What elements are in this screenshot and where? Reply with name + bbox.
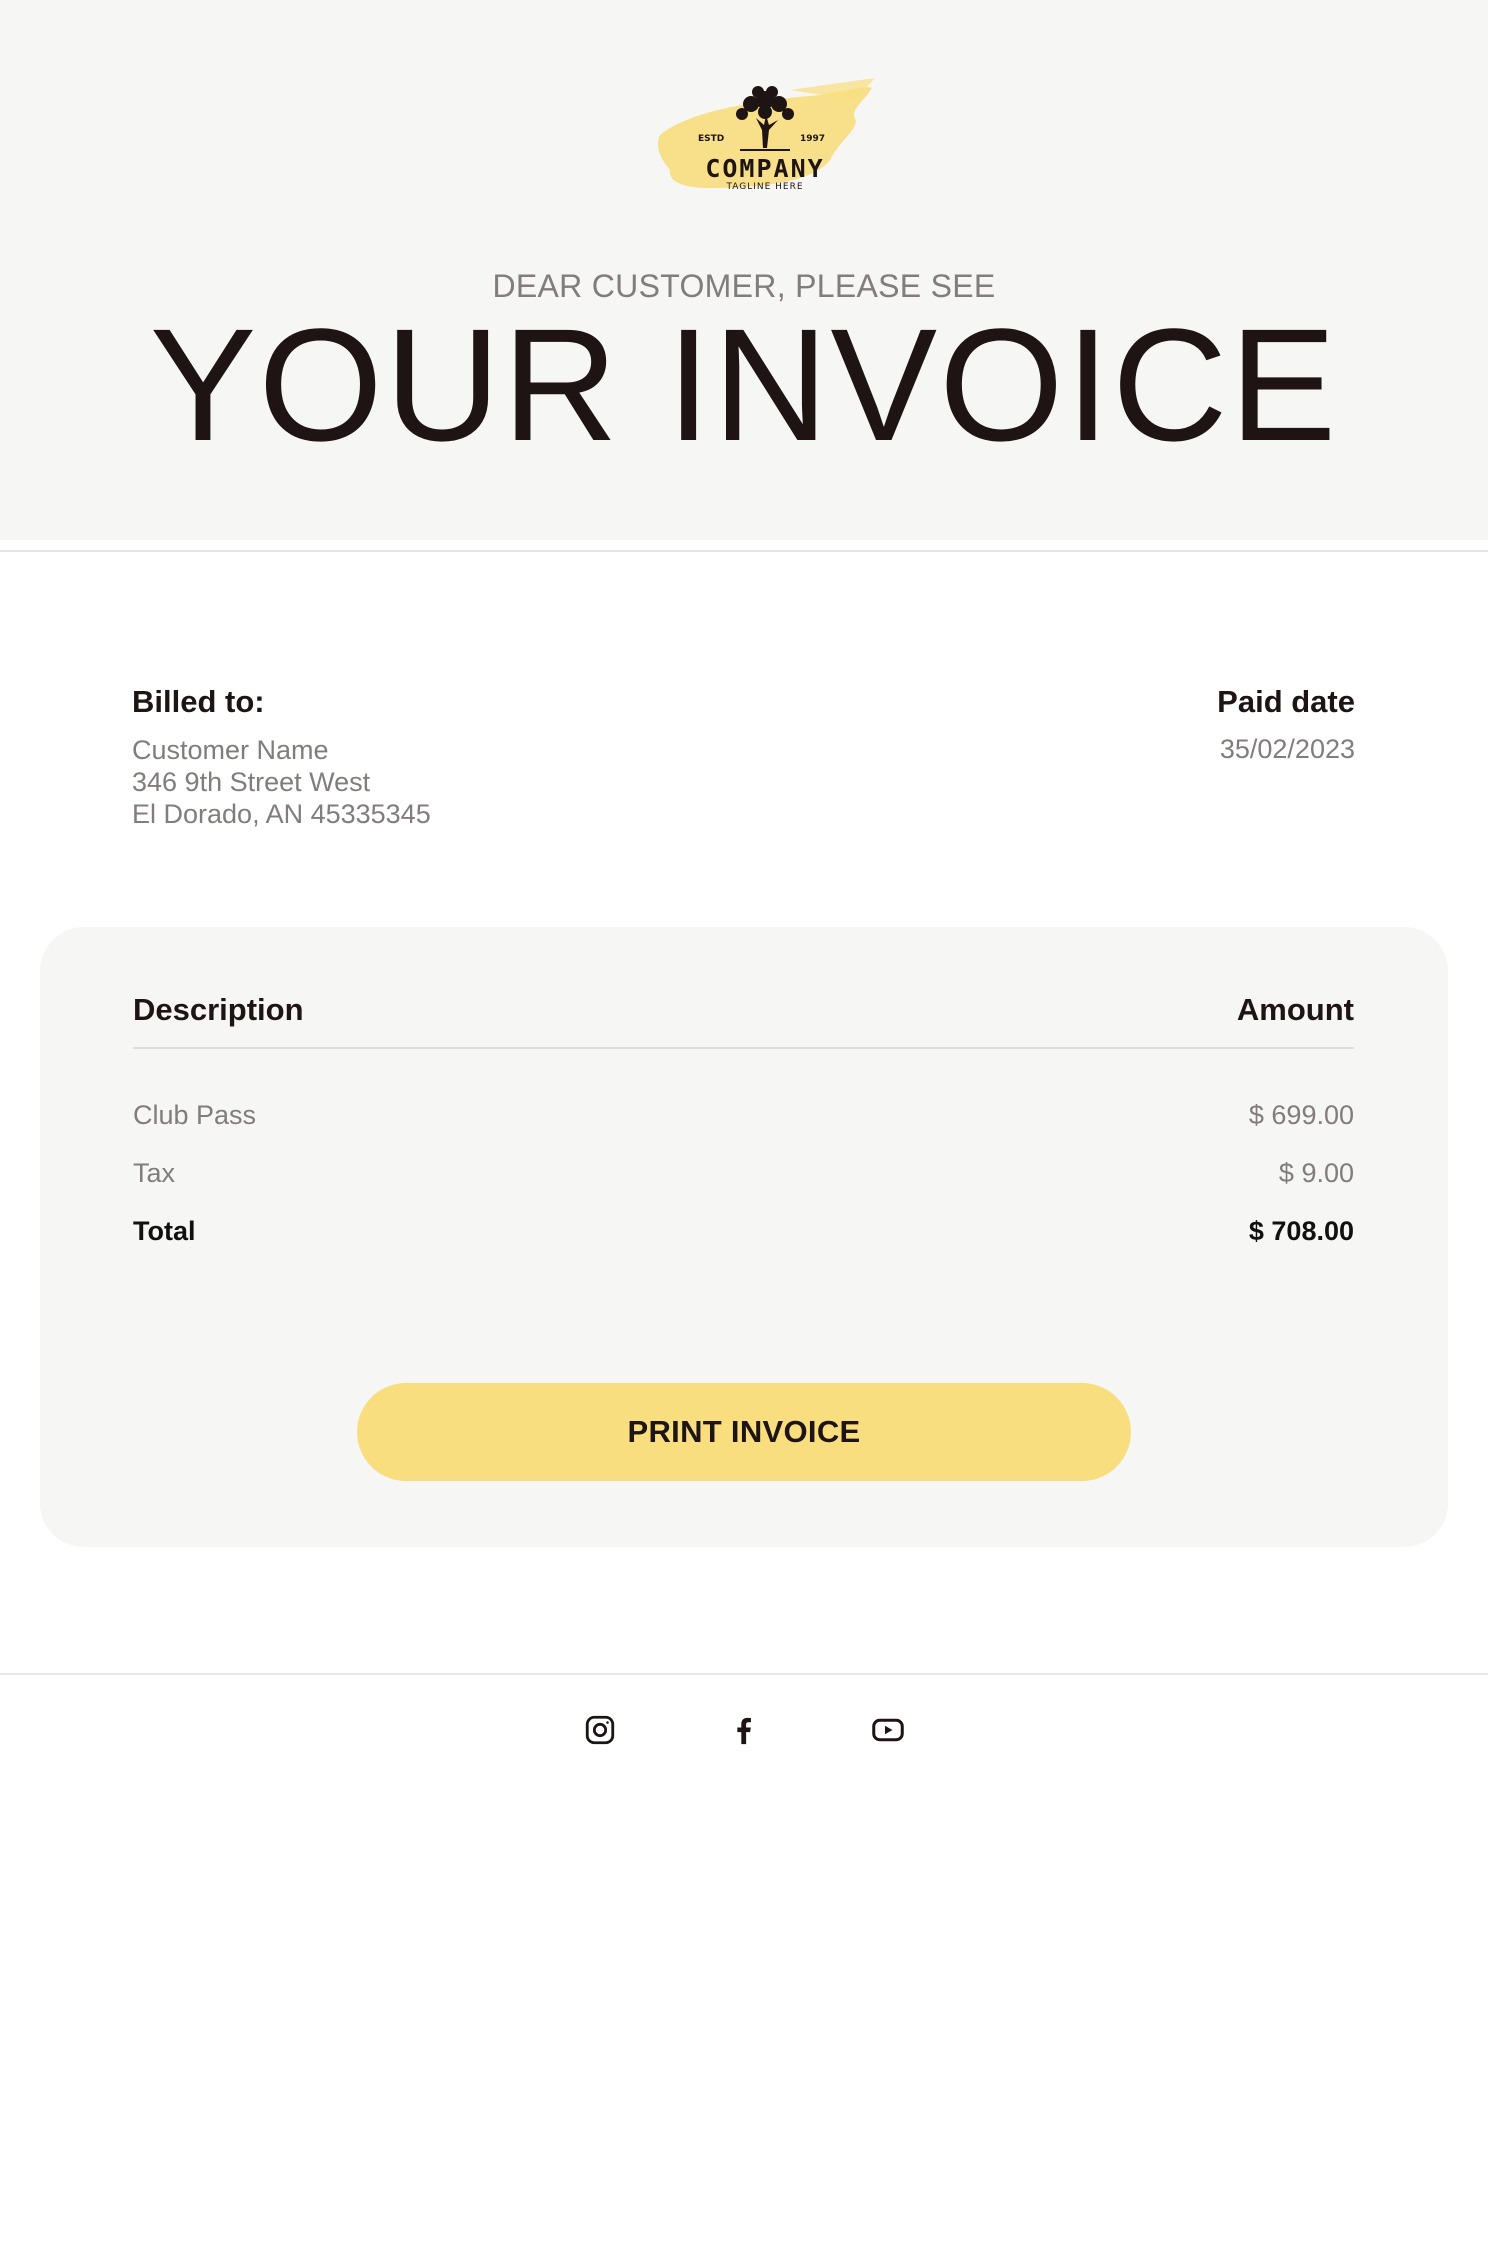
total-amount: $ 708.00: [1248, 1216, 1354, 1246]
paid-date-value: 35/02/2023: [1219, 734, 1355, 764]
item-amount: $ 9.00: [1278, 1158, 1354, 1188]
company-logo: ESTD 1997 COMPANY TAGLINE HERE: [650, 70, 880, 200]
youtube-icon[interactable]: [868, 1710, 908, 1750]
table-header-divider: [133, 1047, 1354, 1049]
table-row: Club Pass $ 699.00: [133, 1100, 1354, 1136]
billed-to-label: Billed to:: [132, 684, 265, 719]
instagram-icon[interactable]: [580, 1710, 620, 1750]
address-line-1: 346 9th Street West: [132, 767, 371, 797]
invoice-card: Description Amount Club Pass $ 699.00 Ta…: [40, 927, 1448, 1547]
total-label: Total: [133, 1216, 196, 1246]
logo-year-text: 1997: [800, 134, 826, 144]
item-label: Club Pass: [133, 1100, 257, 1130]
item-label: Tax: [133, 1158, 176, 1188]
total-row: Total $ 708.00: [133, 1216, 1354, 1252]
customer-name: Customer Name: [132, 735, 329, 765]
table-row: Tax $ 9.00: [133, 1158, 1354, 1194]
amount-header: Amount: [1236, 992, 1354, 1027]
paid-date-label: Paid date: [1217, 684, 1355, 719]
description-header: Description: [133, 992, 304, 1027]
address-line-2: El Dorado, AN 45335345: [132, 799, 431, 829]
facebook-icon[interactable]: [724, 1710, 764, 1750]
page-title: YOUR INVOICE: [149, 295, 1339, 474]
logo-company-text: COMPANY: [705, 154, 825, 183]
footer-divider: [0, 1673, 1488, 1675]
billing-address: Customer Name 346 9th Street West El Dor…: [132, 734, 431, 830]
header: ESTD 1997 COMPANY TAGLINE HERE DEAR CUST…: [0, 0, 1488, 540]
item-amount: $ 699.00: [1248, 1100, 1354, 1130]
logo-tagline-text: TAGLINE HERE: [726, 182, 804, 192]
header-divider: [0, 550, 1488, 552]
logo-estd-text: ESTD: [698, 134, 725, 144]
print-invoice-button[interactable]: PRINT INVOICE: [357, 1383, 1131, 1481]
